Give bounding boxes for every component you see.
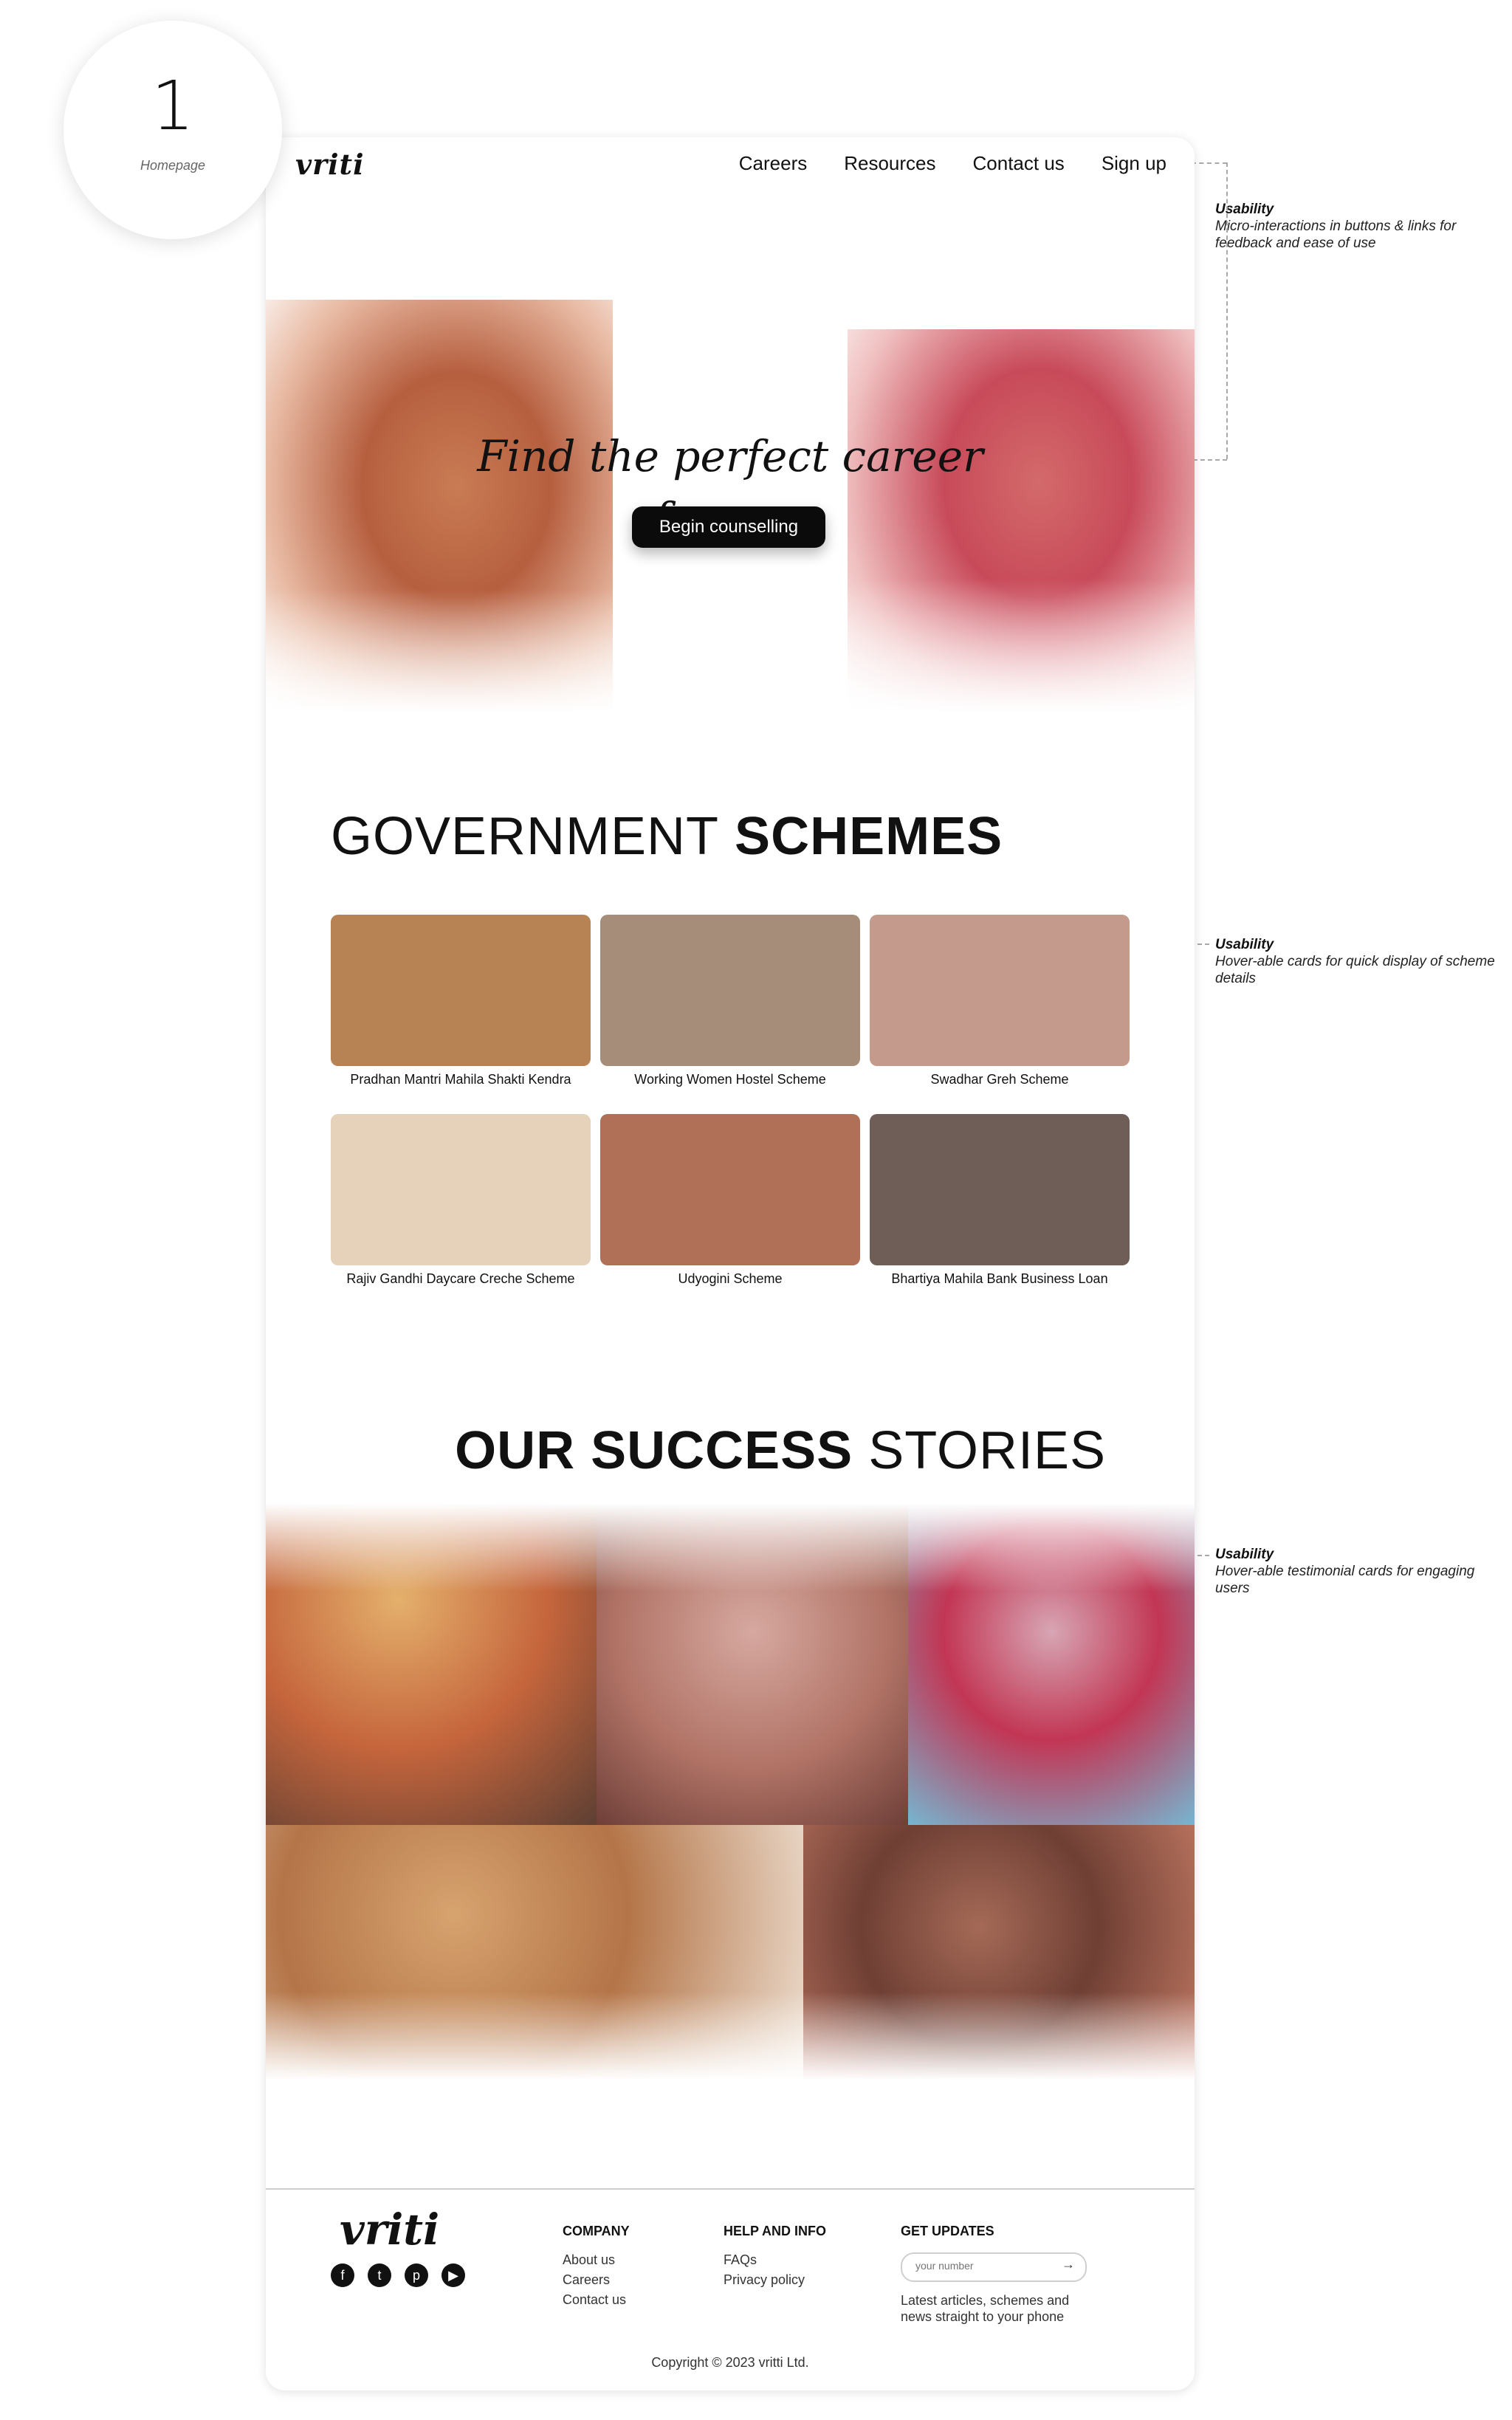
- annotation-nav: Usability Micro-interactions in buttons …: [1215, 201, 1512, 252]
- annotation-body: Hover-able testimonial cards for engagin…: [1215, 1564, 1475, 1596]
- story-card[interactable]: [803, 1825, 1195, 2080]
- annotation-body: Micro-interactions in buttons & links fo…: [1215, 219, 1457, 251]
- phone-input[interactable]: [914, 2254, 1065, 2278]
- stories-title-light: STORIES: [868, 1421, 1106, 1480]
- nav-sign-up[interactable]: Sign up: [1102, 152, 1166, 175]
- social-links: f t p ▶: [331, 2263, 465, 2287]
- footer-link-contact[interactable]: Contact us: [563, 2292, 630, 2308]
- scheme-image: [600, 915, 860, 1066]
- nav-resources[interactable]: Resources: [844, 152, 935, 175]
- footer-link-about[interactable]: About us: [563, 2252, 630, 2268]
- scheme-image: [331, 1114, 591, 1265]
- homepage-frame: vriti Careers Resources Contact us Sign …: [266, 137, 1195, 2390]
- scheme-label: Bhartiya Mahila Bank Business Loan: [891, 1271, 1108, 1286]
- footer-link-careers[interactable]: Careers: [563, 2272, 630, 2288]
- footer-logo[interactable]: vriti: [340, 2204, 439, 2255]
- begin-counselling-button[interactable]: Begin counselling: [632, 506, 825, 548]
- page-label: Homepage: [140, 157, 206, 173]
- scheme-image: [600, 1114, 860, 1265]
- scheme-card[interactable]: Udyogini Scheme: [600, 1114, 860, 1287]
- scheme-label: Working Women Hostel Scheme: [634, 1072, 826, 1087]
- story-card[interactable]: [266, 1503, 597, 1825]
- footer-heading: COMPANY: [563, 2224, 630, 2238]
- annotation-body: Hover-able cards for quick display of sc…: [1215, 954, 1495, 986]
- scheme-label: Pradhan Mantri Mahila Shakti Kendra: [350, 1072, 571, 1087]
- schemes-title-light: GOVERNMENT: [331, 807, 720, 866]
- scheme-image: [331, 915, 591, 1066]
- scheme-card[interactable]: Swadhar Greh Scheme: [870, 915, 1130, 1087]
- footer-link-privacy[interactable]: Privacy policy: [724, 2272, 826, 2288]
- schemes-title-bold: SCHEMES: [735, 807, 1003, 866]
- scheme-label: Swadhar Greh Scheme: [930, 1072, 1069, 1087]
- footer-link-faqs[interactable]: FAQs: [724, 2252, 826, 2268]
- success-stories-grid: [266, 1503, 1195, 2080]
- scheme-card[interactable]: Working Women Hostel Scheme: [600, 915, 860, 1087]
- annotation-title: Usability: [1215, 1547, 1274, 1562]
- nav-careers[interactable]: Careers: [739, 152, 807, 175]
- stories-title-bold: OUR SUCCESS: [455, 1421, 853, 1480]
- annotation-schemes: Usability Hover-able cards for quick dis…: [1215, 936, 1512, 987]
- facebook-icon[interactable]: f: [331, 2263, 354, 2287]
- footer-divider: [266, 2188, 1195, 2190]
- page-marker: 1 Homepage: [63, 21, 282, 239]
- page-number: 1: [151, 66, 195, 145]
- story-card[interactable]: [266, 1825, 803, 2080]
- footer-updates: GET UPDATES → Latest articles, schemes a…: [901, 2224, 1093, 2325]
- scheme-card[interactable]: Rajiv Gandhi Daycare Creche Scheme: [331, 1114, 591, 1287]
- youtube-icon[interactable]: ▶: [441, 2263, 465, 2287]
- footer-heading: GET UPDATES: [901, 2224, 994, 2238]
- schemes-title: GOVERNMENT SCHEMES: [331, 806, 1003, 867]
- footer-company: COMPANY About us Careers Contact us: [563, 2224, 630, 2312]
- phone-input-wrapper: →: [901, 2252, 1087, 2282]
- hero-title-line1: Find the perfect career: [477, 431, 983, 481]
- updates-text: Latest articles, schemes and news straig…: [901, 2293, 1070, 2324]
- twitter-icon[interactable]: t: [368, 2263, 391, 2287]
- arrow-right-icon[interactable]: →: [1062, 2257, 1075, 2272]
- nav-contact-us[interactable]: Contact us: [973, 152, 1065, 175]
- footer-help: HELP AND INFO FAQs Privacy policy: [724, 2224, 826, 2292]
- stories-title: OUR SUCCESS STORIES: [266, 1420, 1106, 1481]
- schemes-grid: Pradhan Mantri Mahila Shakti Kendra Work…: [331, 915, 1130, 1287]
- hero-section: Find the perfect career for you Begin co…: [266, 204, 1195, 713]
- top-nav: vriti Careers Resources Contact us Sign …: [266, 137, 1195, 189]
- scheme-label: Rajiv Gandhi Daycare Creche Scheme: [346, 1271, 575, 1286]
- nav-menu: Careers Resources Contact us Sign up: [739, 152, 1166, 175]
- scheme-card[interactable]: Bhartiya Mahila Bank Business Loan: [870, 1114, 1130, 1287]
- footer-heading: HELP AND INFO: [724, 2224, 827, 2238]
- scheme-image: [870, 915, 1130, 1066]
- scheme-label: Udyogini Scheme: [678, 1271, 783, 1286]
- scheme-card[interactable]: Pradhan Mantri Mahila Shakti Kendra: [331, 915, 591, 1087]
- annotation-title: Usability: [1215, 937, 1274, 952]
- annotation-connector: [1226, 162, 1228, 459]
- story-card[interactable]: [597, 1503, 908, 1825]
- annotation-stories: Usability Hover-able testimonial cards f…: [1215, 1546, 1512, 1597]
- story-card[interactable]: [908, 1503, 1195, 1825]
- copyright: Copyright © 2023 vritti Ltd.: [651, 2355, 809, 2370]
- logo[interactable]: vriti: [295, 148, 365, 181]
- pinterest-icon[interactable]: p: [405, 2263, 428, 2287]
- annotation-title: Usability: [1215, 202, 1274, 217]
- scheme-image: [870, 1114, 1130, 1265]
